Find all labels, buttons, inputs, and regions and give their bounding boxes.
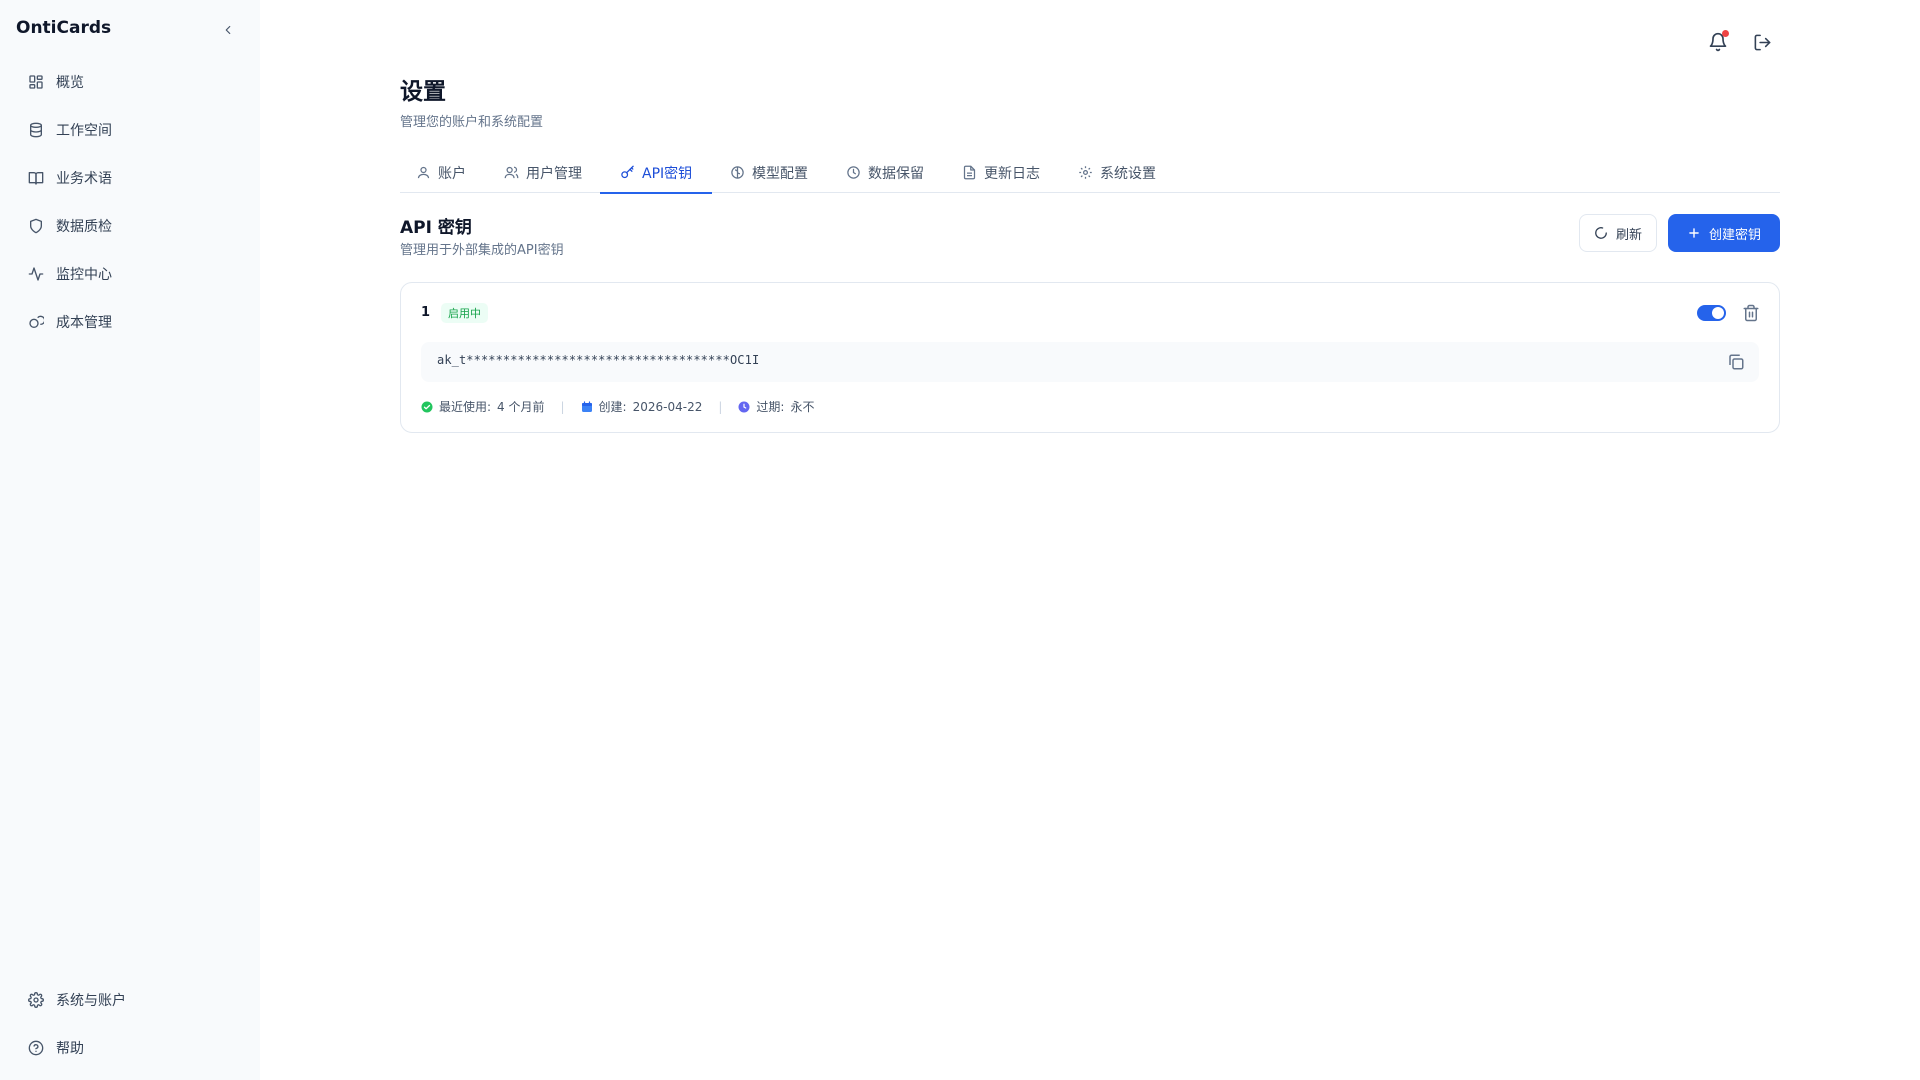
api-key-card: 1 启用中 ak_t******************************… xyxy=(400,282,1780,433)
sidebar-item-label: 数据质检 xyxy=(56,219,112,235)
tab-label: 数据保留 xyxy=(868,165,924,182)
clock-icon xyxy=(847,166,860,179)
sidebar-item-monitoring[interactable]: 监控中心 xyxy=(20,256,240,292)
created-value: 2026-04-22 xyxy=(632,399,703,414)
trash-icon xyxy=(1743,304,1759,322)
meta-divider: | xyxy=(718,399,723,414)
refresh-label: 刷新 xyxy=(1615,227,1642,243)
sidebar-item-overview[interactable]: 概览 xyxy=(20,64,240,100)
create-key-label: 创建密钥 xyxy=(1708,227,1761,243)
sidebar-item-data-quality[interactable]: 数据质检 xyxy=(20,208,240,244)
status-badge: 启用中 xyxy=(441,303,488,323)
meta-divider: | xyxy=(560,399,565,414)
copy-icon xyxy=(1729,354,1744,370)
copy-key-button[interactable] xyxy=(1727,353,1745,371)
brand-logo[interactable]: OntiCards xyxy=(16,18,111,38)
sidebar-item-workspace[interactable]: 工作空间 xyxy=(20,112,240,148)
key-value-box: ak_t************************************… xyxy=(421,342,1759,382)
tab-label: 用户管理 xyxy=(526,165,582,182)
help-circle-icon xyxy=(28,1040,44,1056)
gear-icon xyxy=(28,992,44,1008)
created-label: 创建: xyxy=(598,400,627,414)
log-out-icon xyxy=(1754,34,1770,50)
chevron-left-icon xyxy=(225,25,231,35)
database-icon xyxy=(30,122,42,138)
tab-label: 模型配置 xyxy=(752,165,808,182)
tab-label: 更新日志 xyxy=(984,165,1040,182)
refresh-button[interactable]: 刷新 xyxy=(1579,214,1657,252)
coins-icon xyxy=(29,315,44,328)
tab-label: 账户 xyxy=(438,165,466,182)
tab-label: API密钥 xyxy=(642,165,693,182)
activity-icon xyxy=(28,267,44,281)
last-used-label: 最近使用: xyxy=(439,400,492,414)
sidebar-item-label: 帮助 xyxy=(56,1041,84,1057)
check-circle-icon xyxy=(421,401,433,412)
key-name: 1 xyxy=(421,305,431,320)
sidebar-item-label: 成本管理 xyxy=(56,315,112,331)
sidebar-item-label: 工作空间 xyxy=(56,123,112,139)
sidebar-item-cost[interactable]: 成本管理 xyxy=(20,304,240,340)
tab-model-config[interactable]: 模型配置 xyxy=(726,152,812,193)
delete-key-button[interactable] xyxy=(1742,304,1760,322)
sidebar-item-label: 监控中心 xyxy=(56,267,112,283)
sidebar-item-label: 业务术语 xyxy=(56,171,112,187)
calendar-icon xyxy=(581,400,592,412)
file-text-icon xyxy=(963,165,976,180)
sidebar-item-glossary[interactable]: 业务术语 xyxy=(20,160,240,196)
refresh-icon xyxy=(1595,227,1607,239)
tab-label: 系统设置 xyxy=(1100,165,1156,182)
masked-api-key[interactable]: ak_t************************************… xyxy=(437,353,759,367)
page-title: 设置 xyxy=(400,79,446,105)
gear-icon xyxy=(1079,166,1092,179)
tab-account[interactable]: 账户 xyxy=(412,152,470,193)
last-used-info: 最近使用: 4 个月前 xyxy=(421,398,545,415)
expires-label: 过期: xyxy=(756,400,785,414)
logout-button[interactable] xyxy=(1750,30,1774,54)
sidebar-item-system-account[interactable]: 系统与账户 xyxy=(20,982,240,1018)
tab-api-keys[interactable]: API密钥 xyxy=(599,152,713,194)
expires-info: 过期: 永不 xyxy=(738,398,814,415)
expires-value: 永不 xyxy=(790,400,815,414)
collapse-sidebar-button[interactable] xyxy=(218,20,238,40)
user-icon xyxy=(417,166,430,179)
sidebar-item-help[interactable]: 帮助 xyxy=(20,1030,240,1066)
page-subtitle: 管理您的账户和系统配置 xyxy=(400,115,544,130)
create-key-button[interactable]: 创建密钥 xyxy=(1668,214,1780,252)
section-subtitle: 管理用于外部集成的API密钥 xyxy=(400,243,564,258)
sidebar-item-label: 系统与账户 xyxy=(56,993,126,1009)
tab-changelog[interactable]: 更新日志 xyxy=(958,152,1044,193)
sidebar-item-label: 概览 xyxy=(56,75,84,91)
sidebar: OntiCards 概览 工作空间 业务术语 数据质检 监控中心 成本管理 系统… xyxy=(0,0,260,1080)
section-title: API 密钥 xyxy=(400,218,472,238)
key-icon xyxy=(621,165,634,179)
last-used-value: 4 个月前 xyxy=(497,400,545,414)
tab-user-management[interactable]: 用户管理 xyxy=(500,152,586,193)
clock-filled-icon xyxy=(738,401,750,412)
notifications-button[interactable] xyxy=(1706,30,1730,54)
shield-icon xyxy=(30,218,42,234)
grid-icon xyxy=(29,75,43,89)
book-icon xyxy=(28,172,44,185)
key-meta-row: 最近使用: 4 个月前 | 创建: 2026-04-22 | 过期: 永不 xyxy=(421,398,814,415)
notification-badge xyxy=(1722,30,1729,37)
settings-tabs: 账户 用户管理 API密钥 模型配置 数据保留 更新日志 系统设置 xyxy=(400,152,1780,194)
brain-icon xyxy=(731,166,744,179)
tab-data-retention[interactable]: 数据保留 xyxy=(842,152,928,193)
tab-system-settings[interactable]: 系统设置 xyxy=(1074,152,1160,193)
created-info: 创建: 2026-04-22 xyxy=(581,398,703,415)
plus-icon xyxy=(1689,228,1699,238)
key-enabled-toggle[interactable] xyxy=(1697,305,1726,321)
toggle-knob xyxy=(1712,307,1724,319)
users-icon xyxy=(504,166,519,179)
